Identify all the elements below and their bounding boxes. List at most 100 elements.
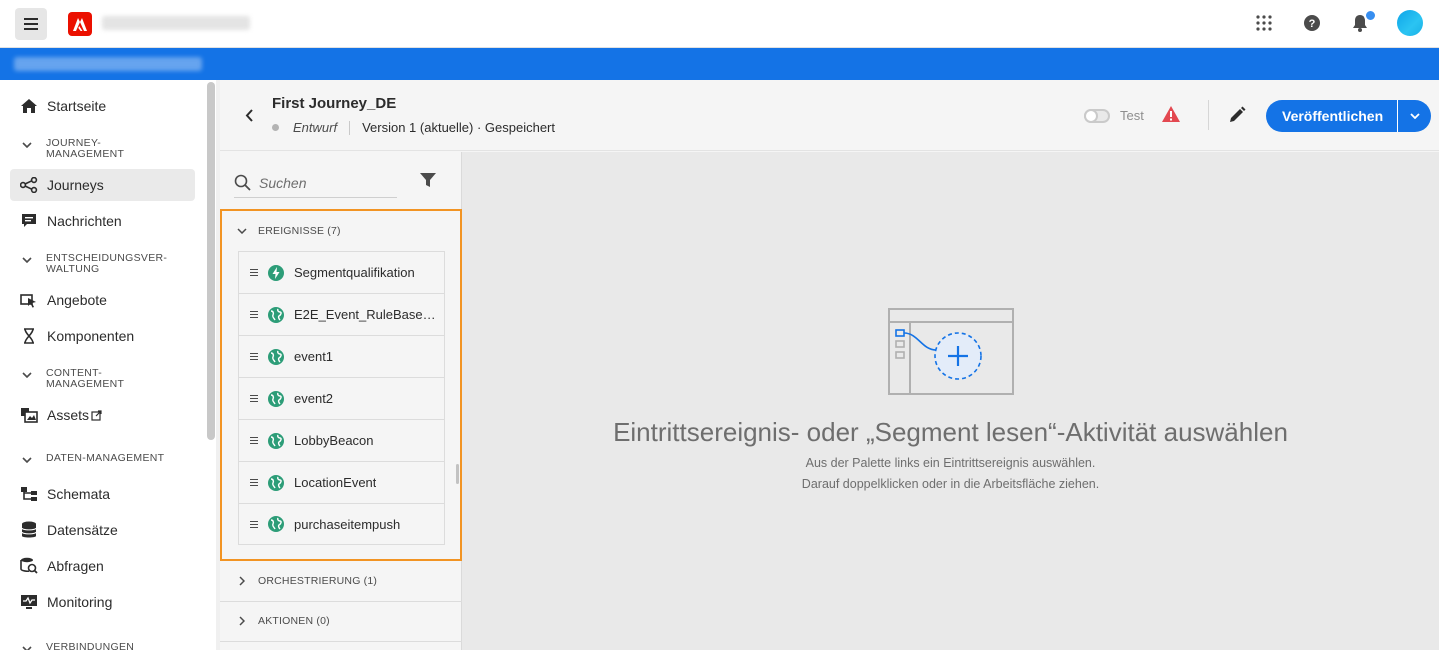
sidebar-item-startseite[interactable]: Startseite (10, 90, 195, 122)
drag-handle-icon[interactable] (250, 395, 258, 402)
sidebar-heading-label: DATEN-MANAGEMENT (46, 452, 165, 464)
bell-icon[interactable] (1349, 9, 1377, 34)
journey-canvas[interactable]: Eintrittsereignis- oder „Segment lesen“-… (462, 152, 1439, 650)
publish-button[interactable]: Veröffentlichen (1266, 100, 1398, 132)
sidebar-item-label: Angebote (47, 292, 107, 308)
avatar[interactable] (1397, 10, 1423, 36)
list-item[interactable]: E2E_Event_RuleBased... (238, 293, 445, 335)
canvas-title: Eintrittsereignis- oder „Segment lesen“-… (613, 417, 1288, 447)
sidebar-item-label: Komponenten (47, 328, 135, 344)
back-button[interactable] (242, 106, 256, 124)
chevron-down-icon (22, 140, 34, 151)
sidebar-item-label: Assets (47, 407, 90, 423)
filter-icon[interactable] (419, 171, 437, 189)
offers-icon (20, 291, 38, 309)
event-label: LocationEvent (294, 475, 377, 490)
sidebar-item-schemata[interactable]: Schemata (10, 478, 195, 510)
context-bar (0, 48, 1439, 80)
adobe-logo[interactable] (68, 12, 92, 36)
alert-icon[interactable] (1161, 105, 1181, 123)
version-info: Version 1 (aktuelle) · Gespeichert (362, 120, 556, 135)
chevron-right-icon (236, 615, 248, 627)
publish-options-button[interactable] (1397, 100, 1432, 132)
palette-search[interactable]: Suchen (234, 168, 397, 198)
sandbox-switcher-redacted[interactable] (14, 57, 202, 71)
chevron-down-icon (22, 644, 34, 650)
sidebar-heading-content-management[interactable]: CONTENT- MANAGEMENT (22, 368, 124, 390)
divider (220, 601, 462, 602)
actions-heading: AKTIONEN (0) (258, 615, 330, 627)
sidebar-scrollbar[interactable] (207, 82, 215, 440)
sidebar-item-monitoring[interactable]: Monitoring (10, 586, 195, 618)
list-item[interactable]: purchaseitempush (238, 503, 445, 545)
globe-icon (268, 306, 284, 323)
test-mode-toggle[interactable]: Test (1084, 108, 1144, 123)
edit-icon[interactable] (1228, 106, 1246, 124)
lightning-icon (268, 264, 284, 281)
sidebar-heading-journey-management[interactable]: JOURNEY- MANAGEMENT (22, 138, 124, 160)
sidebar-item-abfragen[interactable]: Abfragen (10, 550, 195, 582)
search-icon (234, 174, 251, 191)
hamburger-menu-button[interactable] (15, 8, 47, 40)
orchestration-section-header[interactable]: ORCHESTRIERUNG (1) (236, 575, 377, 587)
search-input[interactable]: Suchen (259, 175, 306, 191)
events-heading: EREIGNISSE (7) (258, 225, 341, 237)
toggle-switch[interactable] (1084, 108, 1110, 123)
panel-resize-handle[interactable] (456, 464, 459, 484)
sidebar-heading-label: ENTSCHEIDUNGSVER- WALTUNG (46, 252, 168, 275)
sidebar-item-assets[interactable]: Assets (10, 399, 195, 431)
svg-text:?: ? (1309, 18, 1316, 30)
events-section: EREIGNISSE (7) Segmentqualifikation E2E_… (220, 209, 462, 561)
queries-icon (20, 557, 38, 575)
event-label: event2 (294, 391, 334, 406)
drag-handle-icon[interactable] (250, 353, 258, 360)
hamburger-icon (24, 18, 38, 30)
status-badge: Entwurf (293, 120, 338, 135)
event-label: E2E_Event_RuleBased... (294, 307, 436, 322)
journey-title[interactable]: First Journey_DE (272, 95, 396, 112)
globe-icon (268, 432, 284, 449)
org-name-redacted (102, 16, 250, 30)
chevron-right-icon (236, 575, 248, 587)
globe-icon (268, 516, 284, 532)
list-item[interactable]: event1 (238, 335, 445, 377)
actions-section-header[interactable]: AKTIONEN (0) (236, 615, 330, 627)
sidebar-item-label: Journeys (47, 177, 104, 193)
sidebar-heading-label: CONTENT- MANAGEMENT (46, 367, 125, 390)
status-dot (272, 124, 279, 131)
sidebar-item-nachrichten[interactable]: Nachrichten (10, 205, 195, 237)
activity-palette: Suchen EREIGNISSE (7) Segmentqualifikati… (220, 152, 462, 650)
sidebar-item-journeys[interactable]: Journeys (10, 169, 195, 201)
sidebar-item-label: Datensätze (47, 522, 118, 538)
sidebar-item-datensaetze[interactable]: Datensätze (10, 514, 195, 546)
sidebar-item-label: Monitoring (47, 594, 113, 610)
sidebar-item-komponenten[interactable]: Komponenten (10, 320, 195, 352)
orchestration-heading: ORCHESTRIERUNG (1) (258, 575, 378, 587)
drag-handle-icon[interactable] (250, 520, 258, 528)
sidebar-heading-decisioning[interactable]: ENTSCHEIDUNGSVER- WALTUNG (22, 253, 167, 275)
events-section-header[interactable]: EREIGNISSE (7) (236, 225, 341, 237)
list-item[interactable]: Segmentqualifikation (238, 251, 445, 293)
event-label: Segmentqualifikation (294, 265, 415, 280)
apps-grid-icon[interactable] (1253, 12, 1275, 34)
datasets-icon (20, 521, 38, 539)
journey-icon (20, 176, 38, 194)
list-item[interactable]: LocationEvent (238, 461, 445, 503)
journey-editor: First Journey_DE Entwurf Version 1 (aktu… (220, 80, 1439, 650)
list-item[interactable]: LobbyBeacon (238, 419, 445, 461)
chevron-down-icon (22, 255, 34, 266)
sidebar-heading-connections[interactable]: VERBINDUNGEN (22, 642, 134, 650)
left-navigation: Startseite JOURNEY- MANAGEMENT Journeys … (0, 80, 205, 650)
drag-handle-icon[interactable] (250, 269, 258, 276)
chevron-down-icon (236, 225, 248, 237)
drag-handle-icon[interactable] (250, 479, 258, 486)
sidebar-item-angebote[interactable]: Angebote (10, 284, 195, 316)
help-icon[interactable]: ? (1301, 12, 1323, 34)
sidebar-heading-data-management[interactable]: DATEN-MANAGEMENT (22, 453, 164, 466)
drag-handle-icon[interactable] (250, 437, 258, 444)
sidebar-heading-label: JOURNEY- MANAGEMENT (46, 137, 125, 160)
drag-handle-icon[interactable] (250, 311, 258, 318)
list-item[interactable]: event2 (238, 377, 445, 419)
external-link-icon (91, 409, 102, 421)
globe-icon (268, 348, 284, 365)
